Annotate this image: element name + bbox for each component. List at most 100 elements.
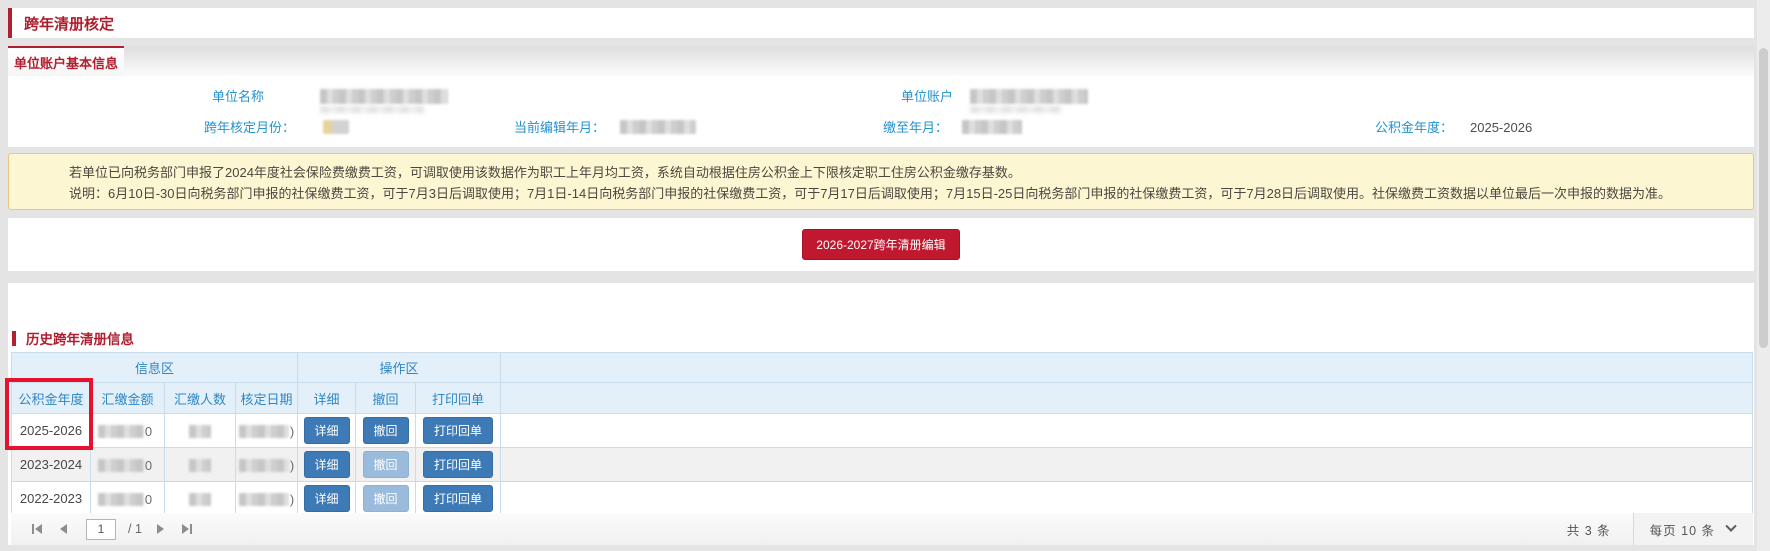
unit-name-redacted-value (320, 89, 448, 104)
cross-year-month-redacted-value (323, 120, 349, 134)
current-edit-month-redacted-value (620, 120, 696, 134)
amount-suffix: 0 (145, 424, 152, 439)
next-page-icon[interactable] (157, 523, 164, 535)
history-table-body: 2025-2026 0 ) 详细 撤回 打印回单 2023-2024 0 ) 详… (12, 414, 1753, 516)
page: 跨年清册核定 单位账户基本信息 单位名称 单位账户 跨年核定月份： 当前编辑年月… (0, 0, 1770, 551)
history-section-title: 历史跨年清册信息 (26, 328, 134, 348)
headcount-cell (165, 448, 236, 482)
date-cell: ) (236, 414, 298, 448)
redacted-headcount (189, 459, 211, 472)
print-action-cell: 打印回单 (416, 414, 501, 448)
notice-line2: 说明：6月10日-30日向税务部门申报的社保缴费工资，可于7月3日后调取使用；7… (69, 183, 1733, 204)
withdraw-button: 撤回 (363, 485, 409, 512)
table-row: 2023-2024 0 ) 详细 撤回 打印回单 (12, 448, 1753, 482)
date-suffix: ) (290, 458, 294, 473)
account-form: 单位名称 单位账户 跨年核定月份： 当前编辑年月： 缴至年月： 公积金年度： 2… (8, 76, 1754, 147)
page-total-label: / 1 (128, 522, 142, 536)
unit-account-redacted-value-line2 (970, 106, 1062, 113)
first-page-icon[interactable] (32, 523, 42, 535)
chevron-down-icon (1725, 521, 1736, 532)
detail-action-cell: 详细 (298, 448, 356, 482)
table-row: 2025-2026 0 ) 详细 撤回 打印回单 (12, 414, 1753, 448)
col-header-fund-year: 公积金年度 (12, 383, 91, 414)
redacted-amount (98, 459, 144, 472)
scrollbar-track[interactable] (1757, 0, 1770, 551)
redacted-amount (98, 425, 144, 438)
withdraw-button: 撤回 (363, 451, 409, 478)
unit-account-redacted-value (970, 89, 1088, 104)
amount-cell: 0 (91, 482, 165, 516)
headcount-cell (165, 414, 236, 448)
print-receipt-button[interactable]: 打印回单 (423, 451, 493, 478)
amount-cell: 0 (91, 448, 165, 482)
withdraw-action-cell: 撤回 (356, 414, 416, 448)
notice-box: 若单位已向税务部门申报了2024年度社会保险费缴费工资，可调取使用该数据作为职工… (8, 153, 1754, 210)
detail-button[interactable]: 详细 (304, 417, 350, 444)
section-accent-bar (12, 331, 16, 346)
pagination-info: 共 3 条 每页 10 条 (1567, 513, 1753, 545)
fund-year-cell: 2023-2024 (12, 448, 91, 482)
filler-cell (501, 482, 1753, 516)
pagination-bar: / 1 共 3 条 每页 10 条 (11, 513, 1753, 545)
cross-year-month-label: 跨年核定月份： (145, 119, 295, 137)
prev-page-icon[interactable] (60, 523, 67, 535)
column-header-row: 公积金年度 汇缴金额 汇缴人数 核定日期 详细 撤回 打印回单 (12, 383, 1753, 414)
last-page-icon[interactable] (182, 523, 192, 535)
tab-unit-account-info[interactable]: 单位账户基本信息 (8, 46, 124, 76)
withdraw-button[interactable]: 撤回 (363, 417, 409, 444)
col-header-amount: 汇缴金额 (91, 383, 165, 414)
print-action-cell: 打印回单 (416, 448, 501, 482)
filler-cell (501, 448, 1753, 482)
redacted-date (239, 459, 289, 472)
history-panel: 历史跨年清册信息 信息区 操作区 公积金年度 汇缴金额 汇缴人数 核定日期 详细 (8, 283, 1754, 545)
headcount-cell (165, 482, 236, 516)
redacted-date (239, 425, 289, 438)
page-header: 跨年清册核定 (8, 8, 1754, 38)
detail-button[interactable]: 详细 (304, 451, 350, 478)
page-size-select[interactable]: 每页 10 条 (1633, 513, 1753, 545)
filler-cell (501, 414, 1753, 448)
action-bar: 2026-2027跨年清册编辑 (8, 218, 1754, 271)
col-header-detail: 详细 (298, 383, 356, 414)
page-number-input[interactable] (86, 519, 116, 540)
redacted-headcount (189, 493, 211, 506)
pagination-controls: / 1 (23, 519, 201, 540)
amount-cell: 0 (91, 414, 165, 448)
unit-account-label: 单位账户 (803, 88, 953, 106)
redacted-date (239, 493, 289, 506)
fund-year-cell: 2022-2023 (12, 482, 91, 516)
page-size-label: 每页 10 条 (1650, 520, 1715, 539)
cross-year-roster-edit-button[interactable]: 2026-2027跨年清册编辑 (802, 229, 959, 260)
col-header-withdraw: 撤回 (356, 383, 416, 414)
unit-name-label: 单位名称 (68, 88, 264, 106)
group-header-filler (501, 353, 1753, 383)
fund-year-cell: 2025-2026 (12, 414, 91, 448)
redacted-amount (98, 493, 144, 506)
withdraw-action-cell: 撤回 (356, 482, 416, 516)
account-info-panel: 单位账户基本信息 单位名称 单位账户 跨年核定月份： 当前编辑年月： 缴至年月：… (8, 46, 1754, 147)
withdraw-action-cell: 撤回 (356, 448, 416, 482)
redacted-headcount (189, 425, 211, 438)
history-table: 信息区 操作区 公积金年度 汇缴金额 汇缴人数 核定日期 详细 撤回 打印回单 … (11, 352, 1753, 516)
current-edit-month-label: 当前编辑年月： (455, 119, 605, 137)
col-header-print-receipt: 打印回单 (416, 383, 501, 414)
amount-suffix: 0 (145, 458, 152, 473)
fund-year-label: 公积金年度： (1303, 119, 1453, 137)
print-receipt-button[interactable]: 打印回单 (423, 485, 493, 512)
print-action-cell: 打印回单 (416, 482, 501, 516)
paid-to-month-redacted-value (962, 120, 1022, 134)
amount-suffix: 0 (145, 492, 152, 507)
history-section-header: 历史跨年清册信息 (8, 329, 134, 347)
detail-action-cell: 详细 (298, 482, 356, 516)
group-header-operation: 操作区 (298, 353, 501, 383)
unit-name-redacted-value-line2 (320, 106, 424, 113)
paid-to-month-label: 缴至年月： (818, 119, 948, 137)
print-receipt-button[interactable]: 打印回单 (423, 417, 493, 444)
total-count-label: 共 3 条 (1567, 520, 1611, 539)
detail-button[interactable]: 详细 (304, 485, 350, 512)
col-header-headcount: 汇缴人数 (165, 383, 236, 414)
col-header-filler (501, 383, 1753, 414)
scrollbar-thumb[interactable] (1759, 48, 1768, 348)
page-title: 跨年清册核定 (12, 13, 114, 34)
date-cell: ) (236, 448, 298, 482)
